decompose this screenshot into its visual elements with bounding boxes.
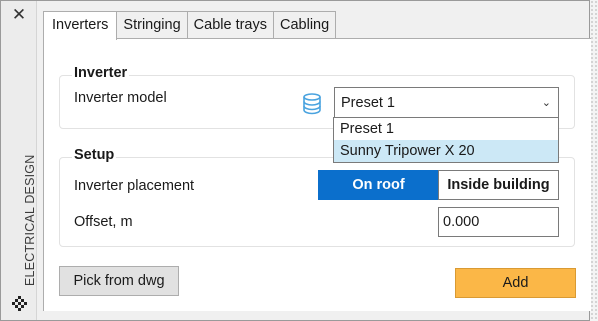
inside-building-button[interactable]: Inside building (438, 170, 559, 200)
pick-from-dwg-button[interactable]: Pick from dwg (59, 266, 179, 296)
palette-side-bar[interactable]: ✕ ELECTRICAL DESIGN (1, 1, 37, 320)
dropdown-option-sunny-tripower[interactable]: Sunny Tripower X 20 (334, 140, 558, 162)
close-icon[interactable]: ✕ (10, 5, 28, 25)
inverter-group-title: Inverter (72, 65, 130, 81)
on-roof-button[interactable]: On roof (318, 170, 439, 200)
inverters-tab-panel: Inverter Inverter model Preset 1 ⌄ Setup… (43, 38, 591, 311)
tab-bar: Inverters Stringing Cable trays Cabling (43, 11, 337, 40)
tab-inverters[interactable]: Inverters (43, 11, 118, 40)
inverter-model-label: Inverter model (74, 90, 167, 106)
tab-cable-trays[interactable]: Cable trays (186, 11, 274, 39)
grip-icon[interactable] (12, 296, 28, 312)
electrical-design-palette: ✕ ELECTRICAL DESIGN Inverters Stringing … (0, 0, 591, 321)
drawing-background (590, 0, 598, 321)
add-button[interactable]: Add (455, 268, 576, 298)
database-icon[interactable] (302, 93, 322, 115)
offset-label: Offset, m (74, 214, 133, 230)
inverter-model-select[interactable]: Preset 1 ⌄ (334, 87, 559, 119)
tab-stringing[interactable]: Stringing (116, 11, 188, 39)
inverter-model-dropdown: Preset 1 Sunny Tripower X 20 (333, 117, 559, 163)
chevron-down-icon: ⌄ (541, 97, 551, 109)
dropdown-option-preset-1[interactable]: Preset 1 (334, 118, 558, 140)
setup-group-title: Setup (72, 147, 117, 163)
tab-cabling[interactable]: Cabling (273, 11, 337, 39)
inverter-placement-label: Inverter placement (74, 178, 195, 194)
inverter-model-value: Preset 1 (341, 95, 395, 111)
offset-input[interactable]: 0.000 (438, 207, 559, 237)
palette-title: ELECTRICAL DESIGN (23, 154, 37, 286)
